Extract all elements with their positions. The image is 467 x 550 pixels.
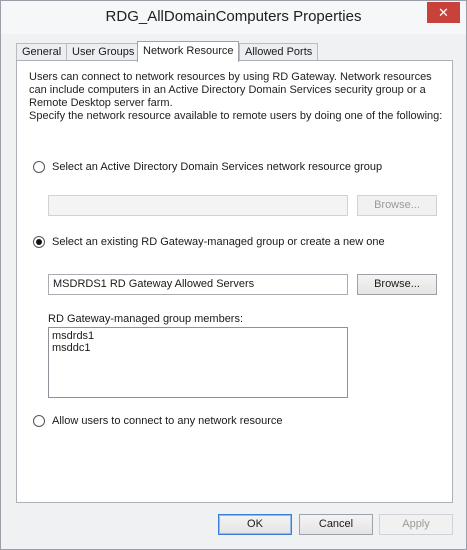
description-line: can include computers in an Active Direc…: [29, 84, 426, 96]
tab-panel-network-resource: Users can connect to network resources b…: [16, 60, 453, 503]
option-ad-group-label: Select an Active Directory Domain Servic…: [52, 161, 383, 173]
rdg-browse-button[interactable]: Browse...: [357, 274, 437, 295]
ad-browse-button[interactable]: Browse...: [357, 195, 437, 216]
properties-dialog: RDG_AllDomainComputers Properties ✕ Gene…: [0, 0, 467, 550]
members-label: RD Gateway-managed group members:: [48, 313, 244, 325]
rdg-group-field[interactable]: MSDRDS1 RD Gateway Allowed Servers: [48, 274, 348, 295]
option-any-resource[interactable]: Allow users to connect to any network re…: [33, 413, 283, 429]
tab-general[interactable]: General: [16, 43, 68, 61]
option-ad-group[interactable]: Select an Active Directory Domain Servic…: [33, 159, 382, 175]
window-title: RDG_AllDomainComputers Properties: [105, 8, 362, 25]
apply-button[interactable]: Apply: [379, 514, 453, 535]
tab-allowed-ports[interactable]: Allowed Ports: [239, 43, 319, 61]
tab-network-resource[interactable]: Network Resource: [137, 41, 240, 62]
description-text: Users can connect to network resources b…: [29, 71, 449, 123]
list-item[interactable]: msdrds1: [52, 330, 344, 342]
cancel-button[interactable]: Cancel: [299, 514, 373, 535]
option-any-resource-label: Allow users to connect to any network re…: [52, 415, 283, 427]
members-list[interactable]: msdrds1 msddc1: [48, 327, 348, 398]
close-button[interactable]: ✕: [427, 2, 460, 23]
list-item[interactable]: msddc1: [52, 342, 344, 354]
description-line: Specify the network resource available t…: [29, 110, 443, 122]
ad-group-field[interactable]: [48, 195, 348, 216]
tab-user-groups[interactable]: User Groups: [66, 43, 141, 61]
close-icon: ✕: [438, 5, 449, 20]
option-rdg-group[interactable]: Select an existing RD Gateway-managed gr…: [33, 234, 385, 250]
radio-rdg-group[interactable]: [33, 236, 45, 248]
description-line: Remote Desktop server farm.: [29, 97, 173, 109]
description-line: Users can connect to network resources b…: [29, 71, 432, 83]
title-bar[interactable]: RDG_AllDomainComputers Properties ✕: [1, 1, 466, 34]
ok-button[interactable]: OK: [218, 514, 292, 535]
option-rdg-group-label: Select an existing RD Gateway-managed gr…: [52, 236, 385, 248]
radio-ad-group[interactable]: [33, 161, 45, 173]
radio-any-resource[interactable]: [33, 415, 45, 427]
